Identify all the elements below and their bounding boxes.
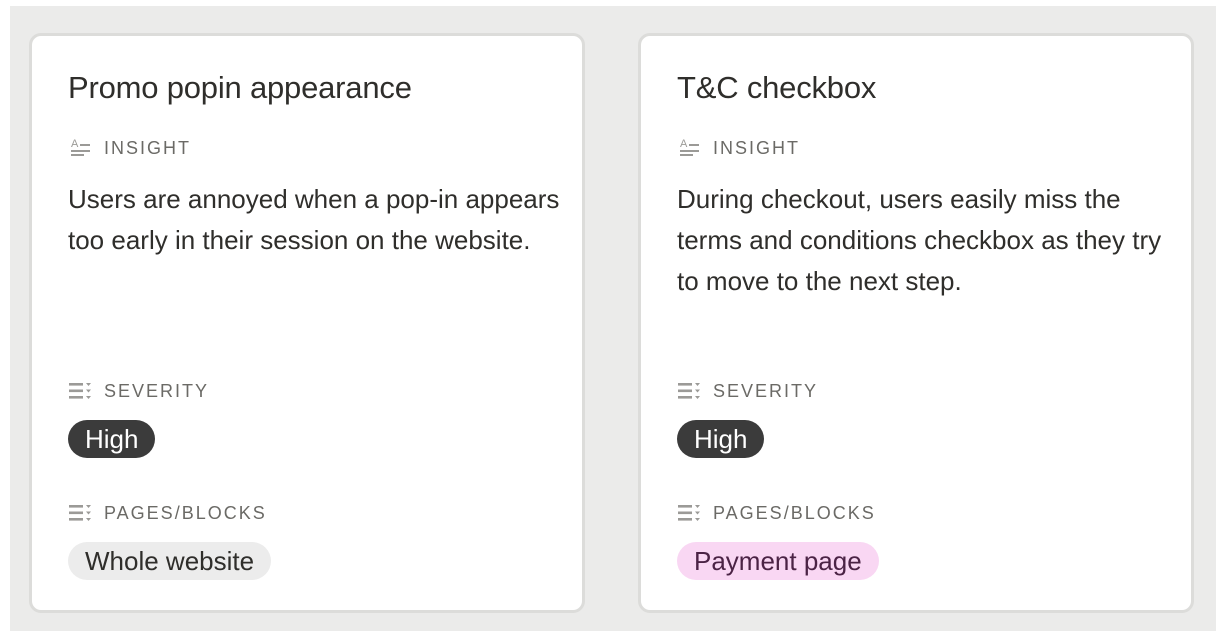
text-property-icon: A xyxy=(677,137,703,159)
severity-property-label: SEVERITY xyxy=(677,380,818,402)
multi-select-icon xyxy=(677,380,703,402)
pages-property-label: PAGES/BLOCKS xyxy=(677,502,876,524)
svg-text:A: A xyxy=(680,138,689,150)
pages-tag[interactable]: Whole website xyxy=(68,542,272,580)
card-tc-checkbox[interactable]: T&C checkbox A INSIGHT During checkout, … xyxy=(638,33,1194,613)
multi-select-icon xyxy=(68,502,94,524)
insight-label-text: INSIGHT xyxy=(713,137,801,158)
insight-label-text: INSIGHT xyxy=(104,137,192,158)
severity-tag[interactable]: High xyxy=(68,420,156,458)
pages-property-label: PAGES/BLOCKS xyxy=(68,502,267,524)
pages-label-text: PAGES/BLOCKS xyxy=(713,502,876,523)
gallery-board: Promo popin appearance A INSIGHT Users a… xyxy=(10,6,1216,631)
card-title: Promo popin appearance xyxy=(68,70,412,105)
card-title: T&C checkbox xyxy=(677,70,877,105)
pages-tag[interactable]: Payment page xyxy=(677,542,879,580)
insight-text: During checkout, users easily miss the t… xyxy=(677,184,1162,296)
insight-property-label: A INSIGHT xyxy=(677,137,800,159)
severity-property-label: SEVERITY xyxy=(68,380,209,402)
svg-text:A: A xyxy=(71,138,80,150)
insight-text: Users are annoyed when a pop-in appears … xyxy=(68,184,560,255)
severity-label-text: SEVERITY xyxy=(713,380,819,401)
multi-select-icon xyxy=(677,502,703,524)
severity-label-text: SEVERITY xyxy=(104,380,210,401)
multi-select-icon xyxy=(68,380,94,402)
insight-property-label: A INSIGHT xyxy=(68,137,191,159)
text-property-icon: A xyxy=(68,137,94,159)
pages-label-text: PAGES/BLOCKS xyxy=(104,502,267,523)
severity-tag[interactable]: High xyxy=(677,420,765,458)
card-promo-popin[interactable]: Promo popin appearance A INSIGHT Users a… xyxy=(29,33,585,613)
